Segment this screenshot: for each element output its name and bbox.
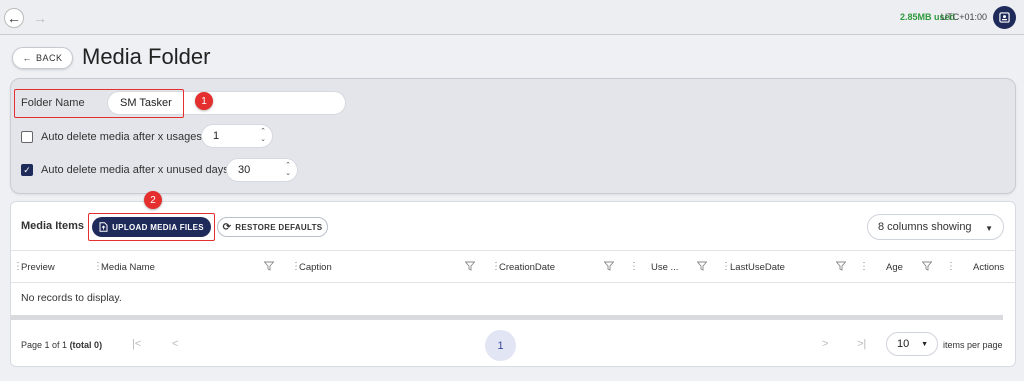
column-header-age[interactable]: Age — [886, 262, 903, 273]
horizontal-scrollbar[interactable] — [11, 315, 1003, 320]
column-header-actions: Actions — [973, 262, 1005, 273]
browser-back-icon[interactable]: ← — [4, 8, 24, 28]
restore-defaults-button[interactable]: ⟳ RESTORE DEFAULTS — [217, 217, 328, 237]
user-card-icon — [999, 12, 1010, 23]
page-info-text: Page 1 of 1 — [21, 340, 68, 350]
filter-icon[interactable] — [264, 261, 274, 271]
back-button[interactable]: ← BACK — [12, 47, 73, 69]
column-grip-icon[interactable]: ⋮ — [629, 261, 639, 272]
avatar[interactable] — [993, 6, 1016, 29]
column-header-preview[interactable]: Preview — [21, 262, 55, 273]
auto-delete-days-checkbox[interactable]: ✓ — [21, 164, 33, 176]
restore-icon: ⟳ — [222, 221, 232, 233]
items-per-page-value: 10 — [897, 338, 910, 350]
divider — [11, 250, 1015, 251]
media-items-title: Media Items — [21, 220, 84, 232]
column-header-caption[interactable]: Caption — [299, 262, 332, 273]
top-bar: ← → 2.85MB used UTC+01:00 — [0, 0, 1024, 35]
restore-defaults-label: RESTORE DEFAULTS — [235, 222, 323, 232]
stepper-icon[interactable]: ⌃ ⌄ — [285, 162, 291, 178]
highlight-box-upload — [88, 213, 215, 241]
browser-forward-icon[interactable]: → — [30, 8, 50, 28]
caret-down-icon: ▼ — [985, 224, 993, 233]
next-page-icon[interactable]: > — [822, 338, 828, 350]
last-page-icon[interactable]: >| — [857, 338, 866, 350]
auto-delete-usages-checkbox[interactable] — [21, 131, 33, 143]
caret-down-icon: ▼ — [921, 341, 928, 348]
column-header-last-use-date[interactable]: LastUseDate — [730, 262, 785, 273]
stepper-icon[interactable]: ⌃ ⌄ — [260, 128, 266, 144]
checkmark-icon: ✓ — [23, 164, 31, 175]
column-grip-icon[interactable]: ⋮ — [946, 261, 956, 272]
annotation-badge-1: 1 — [195, 92, 213, 110]
auto-delete-days-input[interactable]: 30 ⌃ ⌄ — [226, 158, 298, 182]
column-header-media-name[interactable]: Media Name — [101, 262, 155, 273]
column-header-use-count[interactable]: Use ... — [651, 262, 678, 273]
filter-icon[interactable] — [922, 261, 932, 271]
page-info: Page 1 of 1 (total 0) — [21, 340, 102, 350]
page-title: Media Folder — [82, 44, 211, 69]
auto-delete-usages-value: 1 — [213, 130, 220, 142]
columns-showing-select[interactable]: 8 columns showing ▼ — [867, 214, 1004, 240]
empty-table-message: No records to display. — [21, 292, 122, 304]
filter-icon[interactable] — [697, 261, 707, 271]
arrow-left-icon: ← — [22, 53, 32, 63]
auto-delete-days-label: Auto delete media after x unused days — [41, 164, 229, 176]
divider — [11, 282, 1015, 283]
page-number-button[interactable]: 1 — [485, 330, 516, 361]
highlight-box-folder-name — [14, 89, 184, 118]
column-grip-icon[interactable]: ⋮ — [859, 261, 869, 272]
back-button-label: BACK — [35, 53, 63, 63]
items-per-page-label: items per page — [943, 340, 1003, 350]
previous-page-icon[interactable]: < — [172, 338, 178, 350]
timezone-label: UTC+01:00 — [940, 12, 987, 22]
first-page-icon[interactable]: |< — [132, 338, 141, 350]
column-header-creation-date[interactable]: CreationDate — [499, 262, 555, 273]
auto-delete-days-value: 30 — [238, 164, 251, 176]
auto-delete-usages-label: Auto delete media after x usages — [41, 131, 202, 143]
filter-icon[interactable] — [604, 261, 614, 271]
columns-showing-value: 8 columns showing — [878, 221, 972, 233]
auto-delete-usages-input[interactable]: 1 ⌃ ⌄ — [201, 124, 273, 148]
items-per-page-select[interactable]: 10 ▼ — [886, 332, 938, 356]
annotation-badge-2: 2 — [144, 191, 162, 209]
page-total: (total 0) — [69, 340, 103, 350]
filter-icon[interactable] — [465, 261, 475, 271]
filter-icon[interactable] — [836, 261, 846, 271]
